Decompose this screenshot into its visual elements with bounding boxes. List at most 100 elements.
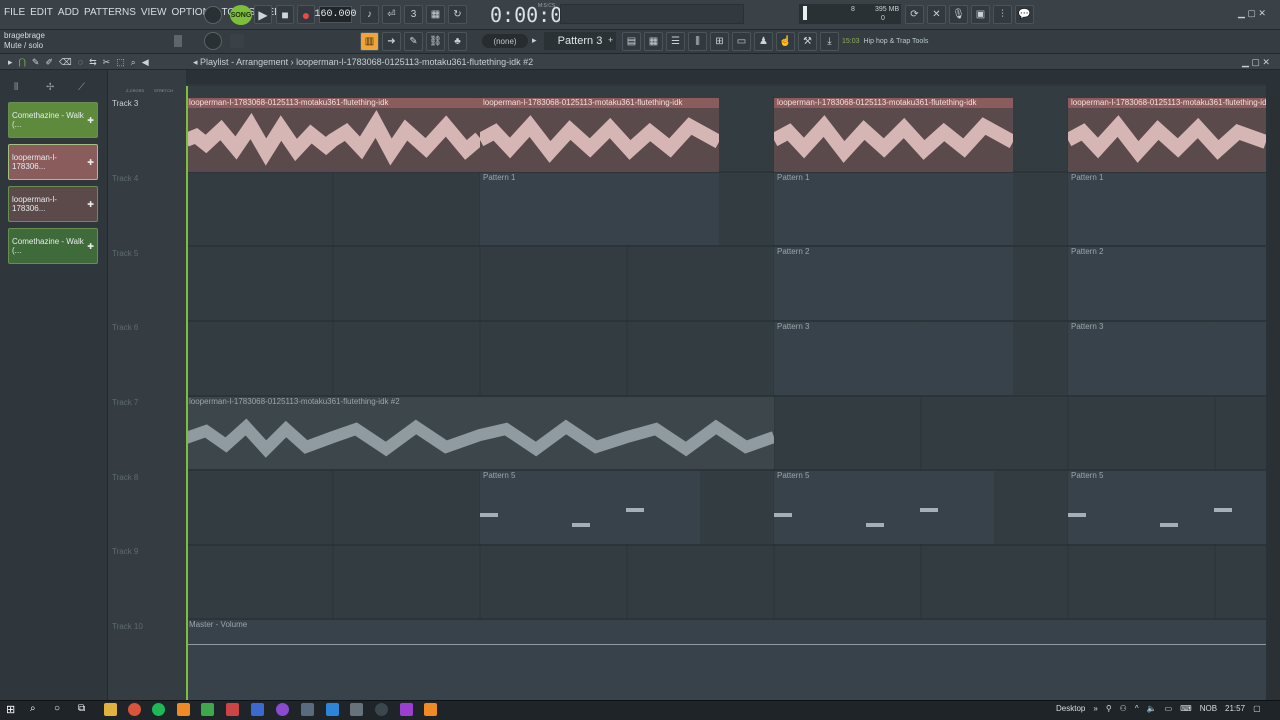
battery-icon[interactable]: ▭ [1165,704,1173,713]
fl-studio-icon[interactable] [177,703,190,716]
arrow-icon[interactable]: ➜ [382,32,401,51]
pencil-icon[interactable]: ✎ [404,32,423,51]
pattern-clip[interactable]: Pattern 1 [774,173,1013,245]
countdown-icon[interactable]: 3 [404,5,423,24]
app-icon[interactable] [375,703,388,716]
magnet-icon[interactable]: ⋂ [19,57,26,68]
menu-edit[interactable]: EDIT [30,7,53,18]
task-view-icon[interactable]: ⧉ [78,703,85,714]
mute-icon[interactable]: ◌ [78,57,83,68]
mixer-icon[interactable]: ⫼ [688,32,707,51]
clip-add-icon[interactable]: ✚ [87,158,94,167]
menu-add[interactable]: ADD [58,7,79,18]
automation-clip[interactable]: Master - Volume [186,620,1266,700]
file-explorer-icon[interactable] [104,703,117,716]
language-indicator[interactable]: NOB [1200,704,1217,713]
clip-add-icon[interactable]: ✚ [87,242,94,251]
plugin-picker-icon[interactable]: ♟ [754,32,773,51]
steam-icon[interactable] [326,703,339,716]
track-3-label[interactable]: Track 3 [112,99,138,108]
master-pitch-knob[interactable] [204,32,222,50]
metronome-icon[interactable]: ♪ [360,5,379,24]
project-icon[interactable]: ▭ [732,32,751,51]
playhead[interactable] [186,86,188,700]
track-8-label[interactable]: Track 8 [112,473,138,482]
keyboard-icon[interactable]: ⌨ [1180,704,1192,713]
tools-icon[interactable]: ✕ [927,5,946,24]
pattern-clip[interactable]: Pattern 1 [1068,173,1266,245]
picker-patterns-icon[interactable]: ⫴ [14,82,18,93]
app-icon[interactable] [424,703,437,716]
track-5-label[interactable]: Track 5 [112,249,138,258]
audio-clip[interactable]: looperman-l-1783068-0125113-motaku361-fl… [186,98,480,172]
pattern-clip[interactable]: Pattern 5 [774,471,994,544]
piano-roll-icon[interactable]: ▦ [644,32,663,51]
plugin-icon[interactable]: ⫶ [993,5,1012,24]
clip-add-icon[interactable]: ✚ [87,200,94,209]
slip-icon[interactable]: ⇆ [89,57,97,68]
network-icon[interactable]: ⚲ [1106,704,1112,713]
pattern-clip[interactable]: Pattern 2 [774,247,1013,320]
clip-source-item[interactable]: looperman-l-178306... ✚ [8,144,98,180]
track-10-label[interactable]: Track 10 [112,622,143,631]
draw-icon[interactable]: ✎ [32,57,40,68]
track-7-label[interactable]: Track 7 [112,398,138,407]
track-6-label[interactable]: Track 6 [112,323,138,332]
track-9-label[interactable]: Track 9 [112,547,138,556]
pattern-clip[interactable]: Pattern 5 [480,471,700,544]
browser-icon[interactable]: ⊞ [710,32,729,51]
play-icon[interactable]: ▶ [254,5,272,24]
clock[interactable]: 21:57 [1225,704,1245,713]
audio-clip[interactable]: looperman-l-1783068-0125113-motaku361-fl… [1068,98,1266,172]
clip-source-item[interactable]: Comethazine - Walk (... ✚ [8,228,98,264]
tray-chevron-icon[interactable]: » [1093,704,1097,713]
audio-clip[interactable]: looperman-l-1783068-0125113-motaku361-fl… [774,98,1013,172]
desktop-toolbar[interactable]: Desktop [1056,704,1085,713]
start-icon[interactable]: ⊞ [6,703,15,716]
menu-patterns[interactable]: PATTERNS [84,7,136,18]
cortana-icon[interactable]: ○ [54,703,60,714]
pattern-add-icon[interactable]: + [608,35,616,47]
download-icon[interactable]: ⤓ [820,32,839,51]
loop-record-icon[interactable]: ↻ [448,5,467,24]
select-icon[interactable]: ⬚ [116,57,125,68]
slice-icon[interactable]: ✂ [103,57,111,68]
playlist-window-controls[interactable]: ▁ ▢ ✕ [1242,57,1270,68]
options-arrow-icon[interactable]: ▸ [8,57,13,68]
zoom-icon[interactable]: ⌕ [131,57,136,68]
audio-clip-muted[interactable]: looperman-l-1783068-0125113-motaku361-fl… [186,397,774,469]
clip-source-item[interactable]: Comethazine - Walk (... ✚ [8,102,98,138]
picker-audio-icon[interactable]: ✢ [46,82,54,93]
picker-automation-icon[interactable]: ⟋ [78,82,85,93]
touch-icon[interactable]: ☝ [776,32,795,51]
app-icon[interactable] [201,703,214,716]
pattern-prev-icon[interactable]: ▸ [532,35,542,47]
notification-icon[interactable]: ▢ [1253,704,1261,713]
vertical-scrollbar[interactable] [1270,96,1280,700]
news-panel[interactable]: 15:03 Hip hop & Trap Tools [842,33,948,49]
people-icon[interactable]: ⚇ [1120,704,1127,713]
search-icon[interactable]: ⌕ [30,703,36,714]
clip-add-icon[interactable]: ✚ [87,116,94,125]
playlist-grid[interactable]: looperman-l-1783068-0125113-motaku361-fl… [186,86,1266,700]
pattern-clip[interactable]: Pattern 5 [1068,471,1266,544]
app-icon[interactable] [226,703,239,716]
link-icon[interactable]: ⛓ [426,32,445,51]
chat-icon[interactable]: 💬 [1015,5,1034,24]
playback-icon[interactable]: ◀ [142,57,149,68]
volume-icon[interactable]: 🔈 [1147,704,1157,713]
app-icon[interactable] [276,703,289,716]
chrome-icon[interactable] [128,703,141,716]
pattern-clip[interactable]: Pattern 3 [1068,322,1266,395]
playlist-icon[interactable]: ▤ [622,32,641,51]
main-volume-knob[interactable] [204,6,222,24]
spotify-icon[interactable] [152,703,165,716]
window-controls[interactable]: ▁ ▢ ✕ [1238,8,1266,19]
pitch-slider[interactable] [230,34,244,48]
channel-rack-icon[interactable]: ☰ [666,32,685,51]
tray-up-icon[interactable]: ^ [1135,704,1139,713]
tempo-display[interactable]: 160.000 [315,6,357,23]
song-mode-button[interactable]: SONG [230,5,252,25]
save-icon[interactable]: ▣ [971,5,990,24]
pattern-clip[interactable]: Pattern 3 [774,322,1013,395]
